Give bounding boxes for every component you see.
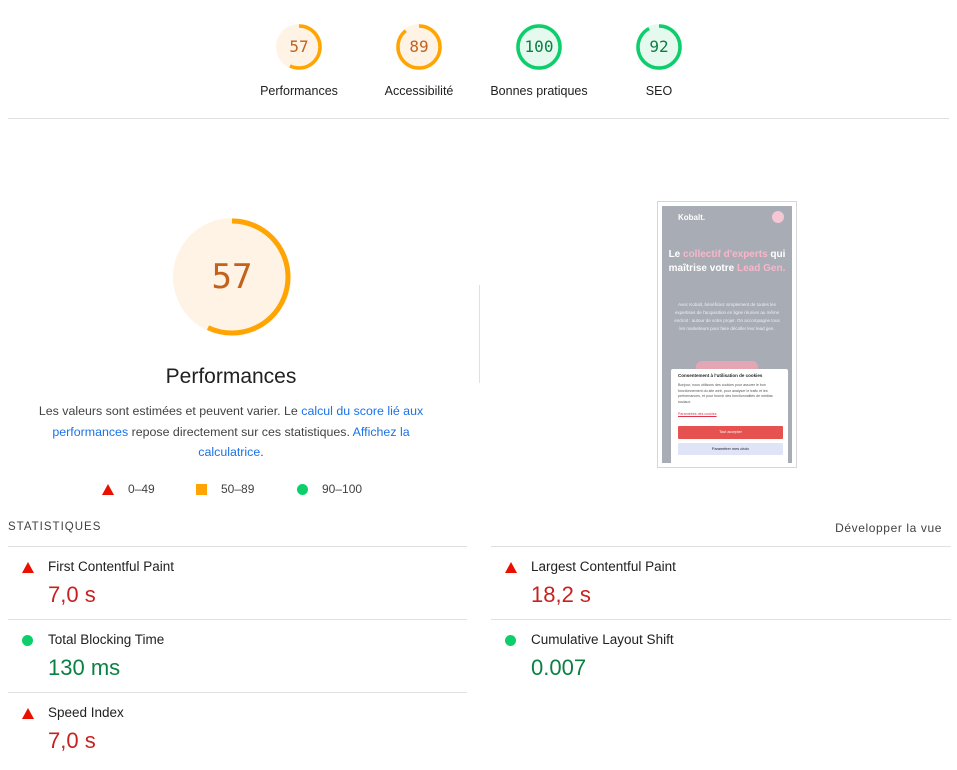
gauge-label: Accessibilité: [384, 84, 454, 98]
legend-pass: 90–100: [297, 482, 362, 496]
legend-average: 50–89: [196, 482, 254, 496]
headline-highlight: collectif d'experts: [683, 249, 768, 260]
metric-name: Total Blocking Time: [48, 632, 165, 647]
metric-first-contentful-paint: First Contentful Paint 7,0 s: [8, 546, 467, 618]
preview-body: Avec Kobalt, bénéficiez simplement de to…: [674, 302, 780, 331]
cookie-modal-title: Consentement à l'utilisation de cookies: [678, 373, 763, 378]
gauge-label: SEO: [645, 84, 673, 98]
desc-text: repose directement sur ces statistiques.: [128, 424, 353, 439]
stats-title: STATISTIQUES: [8, 521, 102, 533]
metric-name: Cumulative Layout Shift: [531, 632, 674, 647]
accept-all-button: Tout accepter: [678, 426, 783, 439]
gauge-score: 100: [524, 37, 554, 56]
metric-value: 18,2 s: [531, 582, 591, 607]
fail-triangle-icon: [505, 562, 517, 573]
metric-total-blocking-time: Total Blocking Time 130 ms: [8, 619, 467, 691]
gauge-performances[interactable]: 57 Performances: [239, 22, 359, 98]
legend-average-label: 50–89: [221, 482, 255, 496]
metric-name: First Contentful Paint: [48, 559, 175, 574]
page-preview: Kobalt. Le collectif d'experts qui maîtr…: [662, 206, 792, 463]
metric-value: 130 ms: [48, 655, 121, 680]
metric-speed-index: Speed Index 7,0 s: [8, 692, 467, 764]
triangle-icon: [102, 483, 114, 495]
pass-circle-icon: [505, 635, 516, 646]
pass-circle-icon: [22, 635, 33, 646]
vertical-divider: [479, 285, 480, 383]
preview-logo: Kobalt.: [678, 213, 706, 222]
cookie-modal: Consentement à l'utilisation de cookies …: [671, 369, 788, 463]
headline-part: Le: [668, 249, 684, 260]
gauge-score: 57: [289, 37, 309, 56]
expand-view-toggle[interactable]: Développer la vue: [835, 521, 942, 535]
headline-highlight: Lead Gen.: [737, 263, 786, 274]
metric-cumulative-layout-shift: Cumulative Layout Shift 0.007: [491, 619, 951, 691]
desc-text: Les valeurs sont estimées et peuvent var…: [38, 404, 302, 418]
gauge-ring: 89: [394, 22, 444, 72]
cookie-modal-text: Bonjour, nous utilisons des cookies pour…: [678, 383, 773, 404]
desc-text: .: [260, 445, 264, 459]
performance-gauge: 57: [170, 215, 294, 339]
circle-icon: [297, 483, 308, 495]
gauge-accessibilite[interactable]: 89 Accessibilité: [359, 22, 479, 98]
performance-title: Performances: [165, 365, 297, 388]
metric-name: Speed Index: [48, 705, 124, 720]
performance-description: Les valeurs sont estimées et peuvent var…: [30, 401, 432, 463]
gauge-label: Bonnes pratiques: [490, 84, 588, 98]
gauge-seo[interactable]: 92 SEO: [599, 22, 719, 98]
metric-value: 0.007: [531, 655, 587, 680]
configure-button: Paramétrer mes choix: [678, 443, 783, 455]
gauge-score: 89: [409, 37, 429, 56]
gauge-ring: 92: [634, 22, 684, 72]
metric-value: 7,0 s: [48, 582, 96, 607]
gauge-score: 92: [649, 37, 669, 56]
metric-value: 7,0 s: [48, 728, 96, 753]
fail-triangle-icon: [22, 708, 34, 719]
category-gauges: 57 Performances 89 Accessibilité 100 Bon…: [0, 0, 957, 118]
cookie-settings-link: Paramètres des cookies: [678, 412, 717, 416]
legend-fail: 0–49: [102, 482, 155, 496]
fail-triangle-icon: [22, 562, 34, 573]
header-divider: [8, 118, 949, 119]
metric-name: Largest Contentful Paint: [531, 559, 676, 574]
preview-avatar: [772, 211, 784, 223]
gauge-label: Performances: [260, 84, 338, 98]
gauge-bonnes-pratiques[interactable]: 100 Bonnes pratiques: [479, 22, 599, 98]
score-legend: 0–49 50–89 90–100: [100, 482, 380, 498]
final-screenshot[interactable]: Kobalt. Le collectif d'experts qui maîtr…: [657, 201, 797, 468]
square-icon: [196, 483, 207, 495]
legend-pass-label: 90–100: [322, 482, 363, 496]
preview-headline: Le collectif d'experts qui maîtrise votr…: [666, 248, 788, 276]
metric-largest-contentful-paint: Largest Contentful Paint 18,2 s: [491, 546, 951, 618]
legend-fail-label: 0–49: [128, 482, 155, 496]
gauge-ring: 57: [274, 22, 324, 72]
gauge-ring: 100: [514, 22, 564, 72]
performance-score: 57: [211, 257, 253, 297]
